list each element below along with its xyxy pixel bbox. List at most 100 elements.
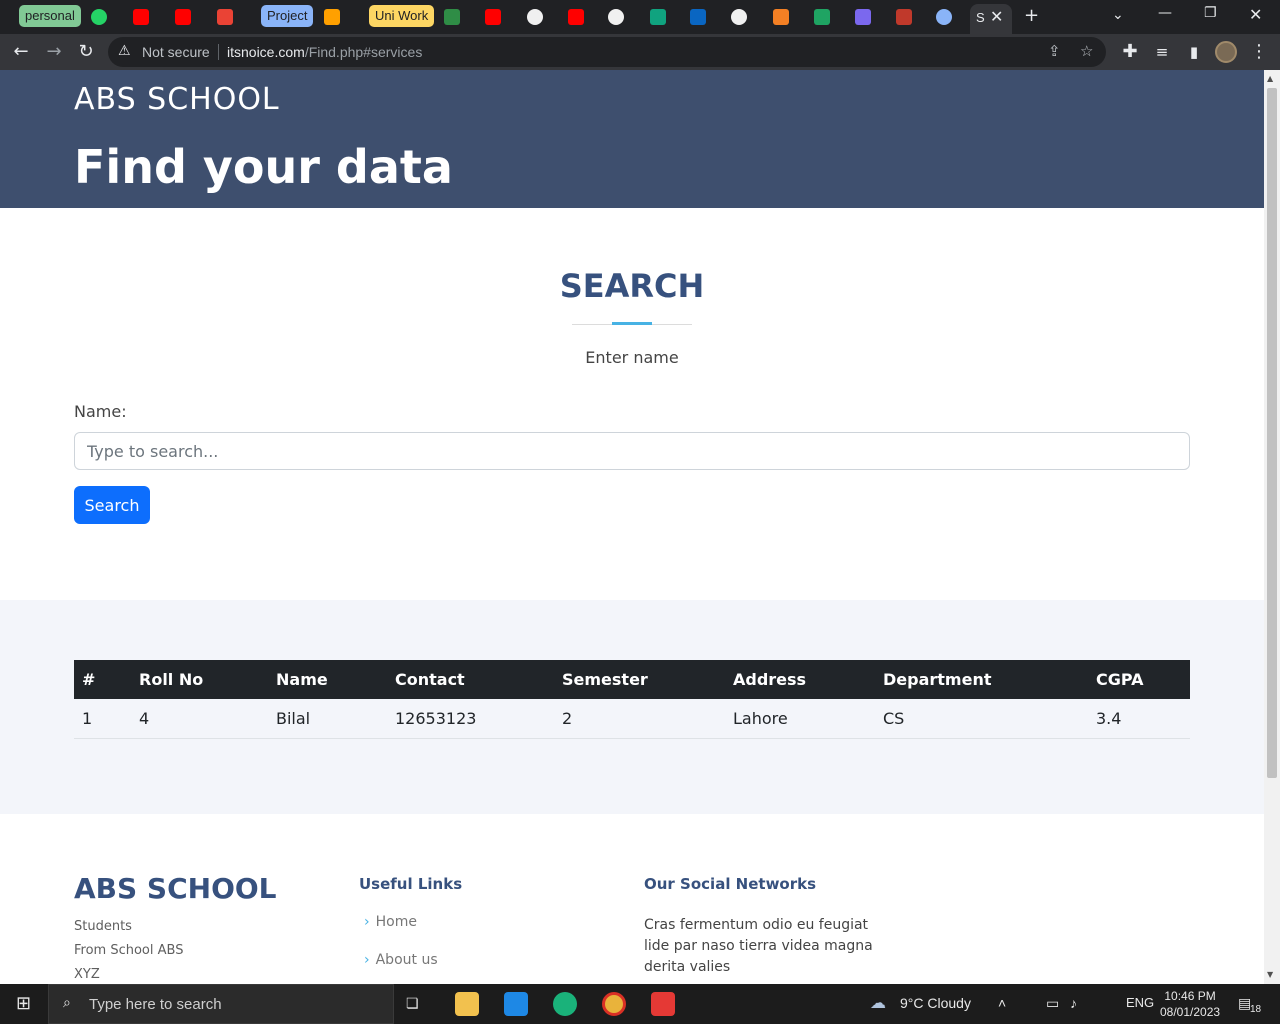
clock-time: 10:46 PM <box>1164 989 1216 1003</box>
table-cell: 4 <box>131 699 268 739</box>
youtube-icon[interactable] <box>133 9 149 25</box>
site-icon[interactable] <box>896 9 912 25</box>
column-header: Contact <box>387 660 554 699</box>
tab-group-uni-work[interactable]: Uni Work <box>369 5 435 27</box>
youtube-icon[interactable] <box>568 9 584 25</box>
google-drive-icon[interactable] <box>814 9 830 25</box>
gmail-icon[interactable] <box>217 9 233 25</box>
windows-taskbar: ⊞ ⌕ Type here to search ❏ ☁ 9°C Cloudy ˄… <box>0 984 1280 1024</box>
wps-office-icon[interactable] <box>651 992 675 1016</box>
volume-icon[interactable]: ♪ <box>1070 995 1077 1011</box>
footer-link-about[interactable]: › About us <box>364 952 438 968</box>
taskbar-search[interactable]: ⌕ Type here to search <box>48 984 394 1024</box>
minimize-icon[interactable]: — <box>1158 5 1172 21</box>
clock-date: 08/01/2023 <box>1160 1005 1221 1019</box>
table-cell: Bilal <box>268 699 387 739</box>
restore-icon[interactable]: ❐ <box>1204 5 1217 21</box>
hidden-icons-chevron-icon[interactable]: ˄ <box>998 995 1006 1011</box>
close-tab-icon[interactable]: ✕ <box>990 7 1003 26</box>
table-cell: 12653123 <box>387 699 554 739</box>
hero-header: ABS SCHOOL Find your data <box>0 70 1264 208</box>
task-view-icon[interactable]: ❏ <box>406 995 419 1012</box>
close-window-icon[interactable]: ✕ <box>1249 5 1262 24</box>
reading-list-icon[interactable]: ≡ <box>1151 41 1173 63</box>
column-header: CGPA <box>1088 660 1190 699</box>
reload-icon[interactable]: ↻ <box>75 41 97 63</box>
results-table: # Roll No Name Contact Semester Address … <box>74 660 1190 739</box>
tab-search-icon[interactable]: ⌄ <box>1112 7 1124 23</box>
bookmark-star-icon[interactable]: ☆ <box>1080 42 1093 60</box>
new-tab-icon[interactable]: + <box>1024 5 1039 26</box>
firebase-icon[interactable] <box>324 9 340 25</box>
column-header: Address <box>725 660 875 699</box>
tab-group-personal[interactable]: personal <box>19 5 81 27</box>
linkedin-icon[interactable] <box>690 9 706 25</box>
tab-active[interactable]: S ✕ <box>970 4 1012 34</box>
stackoverflow-icon[interactable] <box>773 9 789 25</box>
side-panel-icon[interactable]: ▮ <box>1183 41 1205 63</box>
language-indicator[interactable]: ENG <box>1126 995 1154 1010</box>
url-host: itsnoice.com <box>227 44 305 60</box>
table-cell: Lahore <box>725 699 875 739</box>
social-networks-heading: Our Social Networks <box>644 875 817 893</box>
network-icon[interactable]: ▭ <box>1046 995 1059 1012</box>
chatgpt-icon[interactable] <box>650 9 666 25</box>
globe-icon[interactable] <box>936 9 952 25</box>
profile-avatar[interactable] <box>1215 41 1237 63</box>
windows-start-icon[interactable]: ⊞ <box>16 993 31 1014</box>
browser-tab-strip: personal Project Uni Work S ✕ + ⌄ — ❐ ✕ <box>0 0 1280 34</box>
file-explorer-icon[interactable] <box>455 992 479 1016</box>
address-divider <box>218 44 219 60</box>
cloud-icon: ☁ <box>870 995 886 1012</box>
security-status[interactable]: Not secure <box>142 44 210 60</box>
github-icon[interactable] <box>527 9 543 25</box>
geeksforgeeks-icon[interactable] <box>444 9 460 25</box>
results-section: # Roll No Name Contact Semester Address … <box>0 600 1264 814</box>
url-text[interactable]: itsnoice.com/Find.php#services <box>227 44 422 60</box>
system-clock[interactable]: 10:46 PM 08/01/2023 <box>1160 988 1220 1020</box>
whatsapp-icon[interactable] <box>91 9 107 25</box>
chrome-icon[interactable] <box>602 992 626 1016</box>
scroll-up-icon[interactable]: ▲ <box>1267 74 1273 83</box>
address-bar[interactable]: ⚠ Not secure itsnoice.com/Find.php#servi… <box>108 37 1106 67</box>
scroll-down-icon[interactable]: ▼ <box>1267 970 1273 979</box>
page-scrollbar[interactable]: ▲ ▼ <box>1264 70 1280 984</box>
search-button[interactable]: Search <box>74 486 150 524</box>
search-subtitle: Enter name <box>585 348 679 367</box>
github-icon[interactable] <box>731 9 747 25</box>
column-header: Department <box>875 660 1088 699</box>
hackerrank-icon[interactable] <box>855 9 871 25</box>
chevron-right-icon: › <box>364 914 370 930</box>
browser-toolbar: ← → ↻ ⚠ Not secure itsnoice.com/Find.php… <box>0 34 1280 70</box>
youtube-icon[interactable] <box>175 9 191 25</box>
search-section-title: SEARCH <box>559 267 705 305</box>
page-title: Find your data <box>74 140 453 194</box>
search-input[interactable] <box>74 432 1190 470</box>
tab-group-project[interactable]: Project <box>261 5 314 27</box>
forward-icon[interactable]: → <box>43 41 65 63</box>
title-accent-bar <box>612 322 652 325</box>
footer-link-label: Home <box>375 914 417 930</box>
table-cell: 1 <box>74 699 131 739</box>
search-icon: ⌕ <box>63 994 71 1010</box>
extensions-icon[interactable]: ✚ <box>1119 41 1141 63</box>
youtube-icon[interactable] <box>485 9 501 25</box>
column-header: Roll No <box>131 660 268 699</box>
column-header: Name <box>268 660 387 699</box>
github-icon[interactable] <box>608 9 624 25</box>
scrollbar-thumb[interactable] <box>1267 88 1277 778</box>
back-icon[interactable]: ← <box>10 41 32 63</box>
taskbar-search-placeholder: Type here to search <box>89 996 222 1013</box>
column-header: # <box>74 660 131 699</box>
warning-icon[interactable]: ⚠ <box>118 43 131 59</box>
edge-icon[interactable] <box>553 992 577 1016</box>
weather-text[interactable]: 9°C Cloudy <box>900 995 971 1011</box>
share-icon[interactable]: ⇪ <box>1048 42 1061 60</box>
mail-icon[interactable] <box>504 992 528 1016</box>
footer-logo[interactable]: ABS SCHOOL <box>74 872 277 905</box>
browser-menu-icon[interactable]: ⋮ <box>1248 41 1270 63</box>
url-path: /Find.php#services <box>304 44 423 60</box>
footer-link-home[interactable]: › Home <box>364 914 417 930</box>
footer-address-line: XYZ <box>74 967 100 982</box>
site-logo[interactable]: ABS SCHOOL <box>74 82 280 117</box>
